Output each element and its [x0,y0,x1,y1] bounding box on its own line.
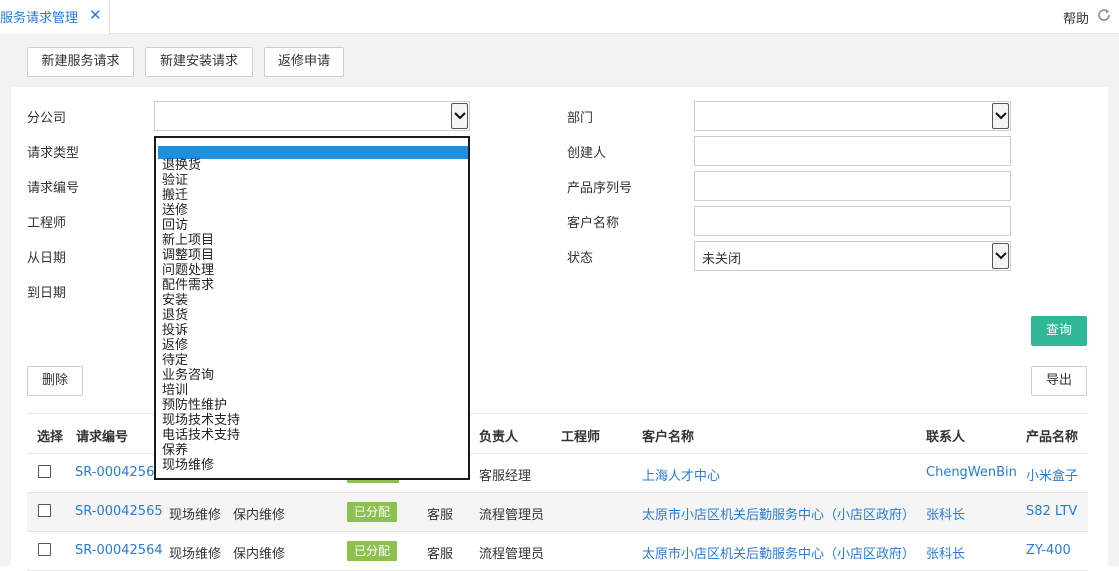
department-label: 部门 [567,111,594,126]
dropdown-option[interactable]: 培训 [162,383,240,398]
request-no-link[interactable]: SR-00042565 [75,504,163,519]
department-select[interactable] [694,101,1011,131]
dropdown-option[interactable]: 搬迁 [162,188,240,203]
type-cell: 现场维修 [169,508,222,523]
branch-label: 分公司 [27,111,67,126]
status-select-value: 未关闭 [702,252,742,267]
table-row[interactable]: SR-00042564 现场维修 保内维修 已分配 客服 流程管理员 太原市小店… [27,532,1088,571]
repair-apply-button[interactable]: 返修申请 [264,47,344,77]
dropdown-option[interactable]: 待定 [162,353,240,368]
dropdown-option[interactable]: 新上项目 [162,233,240,248]
request-no-link[interactable]: SR-00042566 [75,465,163,480]
chevron-down-icon[interactable] [992,103,1009,129]
query-button[interactable]: 查询 [1031,316,1087,346]
row-checkbox[interactable] [38,543,51,556]
customer-link[interactable]: 上海人才中心 [642,465,720,484]
status-label: 状态 [567,251,594,266]
dropdown-option[interactable]: 调整项目 [162,248,240,263]
owner-cell: 流程管理员 [479,508,545,523]
subtype-cell: 保内维修 [233,508,286,523]
refresh-icon[interactable] [1096,7,1112,23]
dropdown-option[interactable]: 现场技术支持 [162,413,240,428]
dropdown-option[interactable]: 预防性维护 [162,398,240,413]
dropdown-option[interactable]: 回访 [162,218,240,233]
dropdown-option[interactable]: 电话技术支持 [162,428,240,443]
dropdown-option[interactable]: 配件需求 [162,278,240,293]
col-owner[interactable]: 负责人 [479,426,518,445]
product-link[interactable]: ZY-400 [1026,543,1071,558]
dropdown-option[interactable]: 问题处理 [162,263,240,278]
to-date-label: 到日期 [27,286,67,301]
export-button[interactable]: 导出 [1031,366,1087,396]
tab-bar: 服务请求管理 ✕ 帮助 [0,0,1119,34]
from-date-label: 从日期 [27,251,67,266]
request-type-label: 请求类型 [27,146,80,161]
chevron-down-icon[interactable] [451,103,468,129]
dropdown-option[interactable]: 现场维修 [162,458,240,473]
dropdown-option[interactable]: 安装 [162,293,240,308]
owner-cell: 流程管理员 [479,547,545,562]
owner-cell: 客服经理 [479,469,532,484]
customer-link[interactable]: 太原市小店区机关后勤服务中心（小店区政府） [642,504,915,523]
customer-name-input[interactable] [694,206,1011,236]
col-engineer[interactable]: 工程师 [561,426,600,445]
new-install-request-button[interactable]: 新建安装请求 [145,47,253,77]
product-link[interactable]: S82 LTV [1026,504,1077,519]
status-badge: 已分配 [347,502,398,522]
dropdown-option[interactable]: 送修 [162,203,240,218]
product-link[interactable]: 小米盒子 [1026,465,1078,484]
help-link[interactable]: 帮助 [1063,8,1089,27]
dropdown-option[interactable]: 业务咨询 [162,368,240,383]
row-checkbox[interactable] [38,465,51,478]
dropdown-option[interactable]: 返修 [162,338,240,353]
table-row[interactable]: SR-00042565 现场维修 保内维修 已分配 客服 流程管理员 太原市小店… [27,493,1088,532]
contact-link[interactable]: 张科长 [926,543,965,562]
creator-label: 创建人 [567,146,607,161]
customer-name-label: 客户名称 [567,216,620,231]
delete-button[interactable]: 删除 [27,366,83,396]
request-type-dropdown[interactable]: 退换货 验证 搬迁 送修 回访 新上项目 调整项目 问题处理 配件需求 安装 退货 投诉 返修 待定 业务咨… [154,136,470,480]
tab-service-request-management[interactable]: 服务请求管理 ✕ [0,0,110,34]
engineer-label: 工程师 [27,216,67,231]
dropdown-option[interactable]: 验证 [162,173,240,188]
tab-title: 服务请求管理 [0,11,79,26]
dropdown-option[interactable]: 退货 [162,308,240,323]
dept-cell: 客服 [427,508,454,523]
customer-link[interactable]: 太原市小店区机关后勤服务中心（小店区政府） [642,543,915,562]
dept-cell: 客服 [427,547,454,562]
col-select: 选择 [37,430,64,445]
col-contact[interactable]: 联系人 [926,426,965,445]
dropdown-option[interactable]: 投诉 [162,323,240,338]
branch-select[interactable] [154,101,470,131]
col-product[interactable]: 产品名称 [1026,426,1078,445]
contact-link[interactable]: 张科长 [926,504,965,523]
contact-link[interactable]: ChengWenBin [926,465,1017,480]
dropdown-options: 退换货 验证 搬迁 送修 回访 新上项目 调整项目 问题处理 配件需求 安装 退货 投诉 返修 待定 业务咨… [162,158,240,473]
request-no-label: 请求编号 [27,181,80,196]
serial-no-input[interactable] [694,171,1011,201]
row-checkbox[interactable] [38,504,51,517]
dropdown-option[interactable]: 保养 [162,443,240,458]
status-select[interactable]: 未关闭 [694,241,1011,271]
dropdown-option[interactable]: 退换货 [162,158,240,173]
request-no-link[interactable]: SR-00042564 [75,543,163,558]
close-icon[interactable]: ✕ [89,6,102,24]
status-badge: 已分配 [347,541,398,561]
creator-input[interactable] [694,136,1011,166]
new-service-request-button[interactable]: 新建服务请求 [27,47,134,77]
col-request-no[interactable]: 请求编号 [76,426,128,445]
type-cell: 现场维修 [169,547,222,562]
chevron-down-icon[interactable] [992,243,1009,269]
subtype-cell: 保内维修 [233,547,286,562]
col-customer[interactable]: 客户名称 [642,426,694,445]
serial-no-label: 产品序列号 [567,181,633,196]
